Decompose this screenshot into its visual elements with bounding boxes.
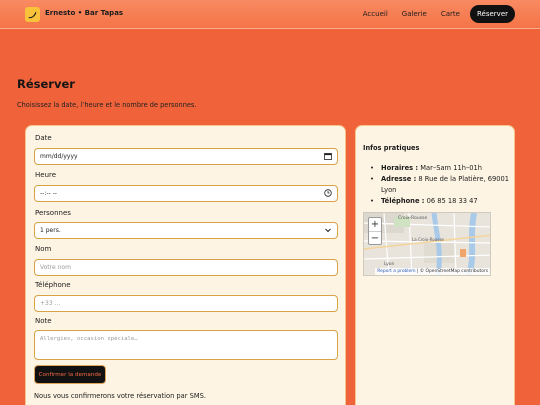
- page-subtitle: Choisissez la date, l’heure et le nombre…: [17, 101, 197, 109]
- submit-button[interactable]: Confirmer la demande: [34, 365, 106, 384]
- brand-name[interactable]: Ernesto • Bar Tapas: [45, 9, 123, 17]
- phone-placeholder: +33 ...: [40, 300, 61, 307]
- map-label-top: Croix-Rousse: [398, 215, 427, 221]
- note-label: Note: [35, 317, 52, 325]
- name-placeholder: Votre nom: [40, 264, 71, 271]
- sms-note: Nous vous confirmerons votre réservation…: [34, 392, 207, 400]
- name-label: Nom: [35, 245, 52, 253]
- map-attribution: Report a problem | © OpenStreetMap contr…: [375, 268, 490, 275]
- main-nav: Accueil Galerie Carte Réserver: [359, 5, 515, 23]
- info-hours: Horaires : Mar–Sam 11h–01h: [370, 163, 510, 174]
- page-title: Réserver: [17, 77, 75, 91]
- name-input[interactable]: Votre nom: [34, 259, 338, 276]
- phone-label: Téléphone: [35, 281, 71, 289]
- osm-attribution[interactable]: | © OpenStreetMap contributors: [416, 269, 488, 274]
- time-value: --:-- --: [40, 190, 57, 197]
- people-select[interactable]: 1 pers.: [34, 222, 338, 239]
- calendar-icon[interactable]: [324, 152, 332, 162]
- info-phone: Téléphone : 06 85 18 33 47: [370, 196, 510, 207]
- chevron-down-icon: [324, 226, 332, 236]
- map-label-mid: La Croix-Rousse: [412, 237, 444, 242]
- nav-accueil[interactable]: Accueil: [359, 5, 392, 23]
- reservation-form: Date mm/dd/yyyy Heure --:-- -- Personnes…: [25, 125, 346, 405]
- nav-carte[interactable]: Carte: [437, 5, 464, 23]
- map-tiles: Croix-Rousse La Croix-Rousse Lyon: [364, 213, 490, 275]
- zoom-out-button[interactable]: −: [369, 231, 381, 244]
- location-map[interactable]: Croix-Rousse La Croix-Rousse Lyon + − Re…: [363, 212, 491, 276]
- report-problem-link[interactable]: Report a problem: [377, 269, 415, 274]
- info-title: Infos pratiques: [363, 144, 420, 152]
- site-header: Ernesto • Bar Tapas Accueil Galerie Cart…: [0, 0, 540, 29]
- time-label: Heure: [35, 171, 57, 179]
- date-label: Date: [35, 134, 52, 142]
- banana-icon[interactable]: [25, 7, 40, 22]
- zoom-in-button[interactable]: +: [369, 218, 381, 231]
- note-placeholder: Allergies, occasion spéciale…: [40, 336, 138, 342]
- nav-reserver[interactable]: Réserver: [469, 5, 515, 23]
- note-textarea[interactable]: Allergies, occasion spéciale…: [34, 330, 338, 360]
- map-label-left: Lyon: [384, 261, 395, 267]
- map-zoom-controls: + −: [368, 217, 382, 245]
- phone-input[interactable]: +33 ...: [34, 295, 338, 312]
- nav-galerie[interactable]: Galerie: [398, 5, 431, 23]
- date-input[interactable]: mm/dd/yyyy: [34, 148, 338, 165]
- time-input[interactable]: --:-- --: [34, 185, 338, 202]
- info-address: Adresse : 8 Rue de la Platière, 69001 Ly…: [370, 174, 510, 196]
- people-value: 1 pers.: [40, 227, 61, 234]
- info-list: Horaires : Mar–Sam 11h–01h Adresse : 8 R…: [370, 163, 510, 207]
- people-label: Personnes: [35, 209, 71, 217]
- info-card: Infos pratiques Horaires : Mar–Sam 11h–0…: [355, 125, 515, 405]
- clock-icon[interactable]: [324, 189, 332, 199]
- date-value: mm/dd/yyyy: [40, 153, 78, 160]
